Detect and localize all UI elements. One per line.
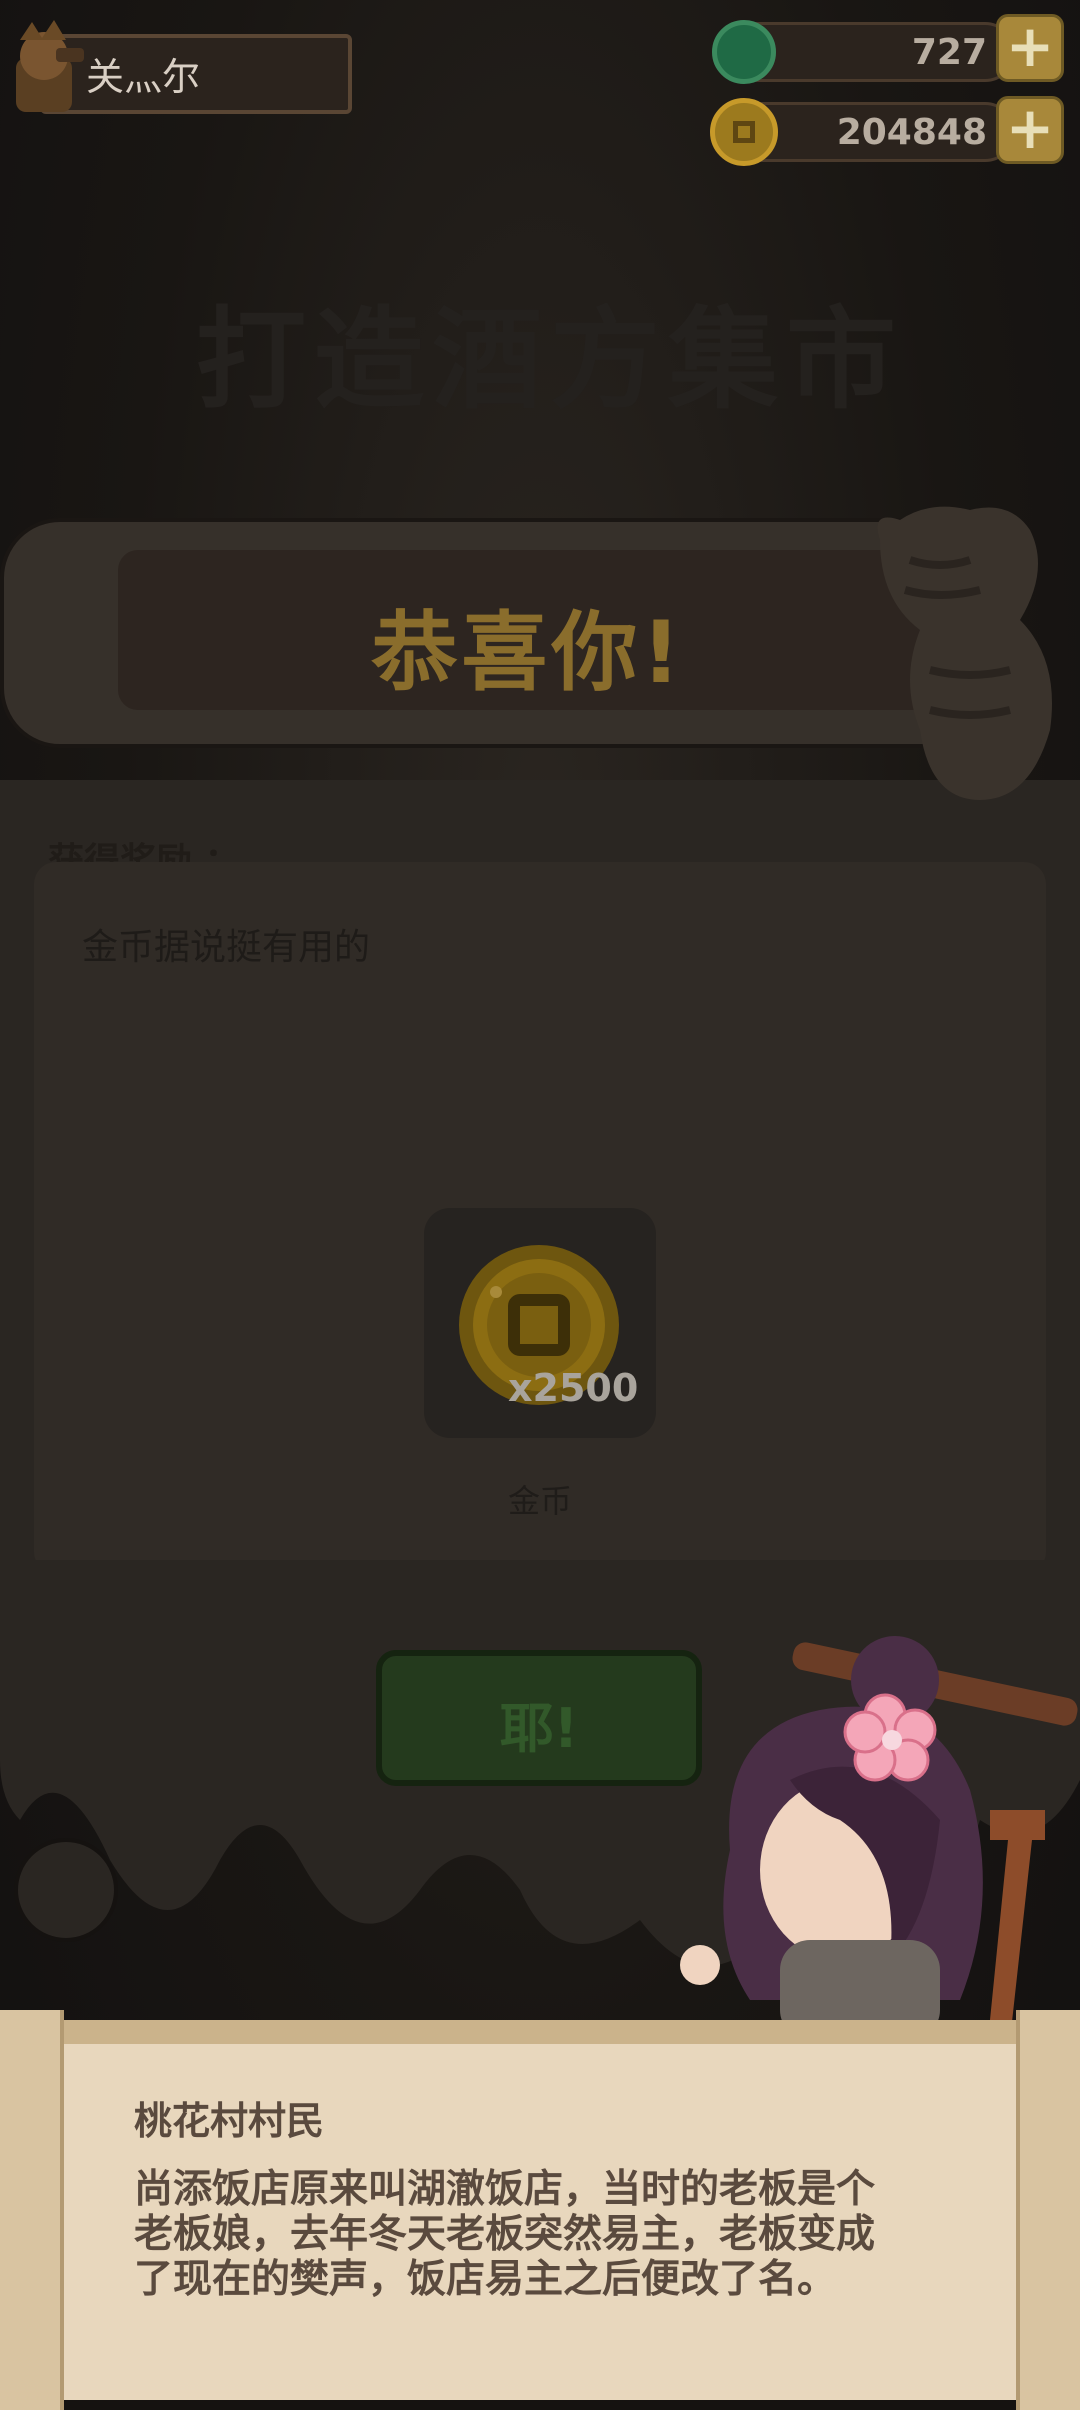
coin-value: 204848 — [836, 112, 987, 153]
player-name: 关灬尔 — [86, 55, 201, 99]
cat-decoration-icon — [877, 506, 1052, 800]
congrats-title: 恭喜你! — [371, 603, 685, 703]
dialog-scroll-left-roll — [0, 2010, 64, 2410]
player-avatar-icon[interactable] — [6, 18, 86, 116]
confirm-button-label: 耶! — [499, 1697, 579, 1760]
dialog-speaker-name: 桃花村村民 — [134, 2099, 325, 2143]
reward-description: 金币据说挺有用的 — [82, 927, 371, 968]
jade-value: 727 — [911, 32, 987, 73]
dialog-scroll-right-roll — [1016, 2010, 1080, 2410]
add-jade-button[interactable]: + — [996, 14, 1064, 82]
villager-character-icon — [680, 1636, 1078, 2040]
add-coin-button[interactable]: + — [996, 96, 1064, 164]
dialog-scroll-edge — [0, 2020, 1080, 2044]
background-title: 打造酒方集市 — [196, 296, 904, 424]
dialog-line-3: 了现在的樊声，饭店易主之后便改了名。 — [134, 2257, 837, 2302]
reward-item-quantity: x2500 — [508, 1366, 639, 1410]
reward-item-name: 金币 — [507, 1482, 572, 1520]
